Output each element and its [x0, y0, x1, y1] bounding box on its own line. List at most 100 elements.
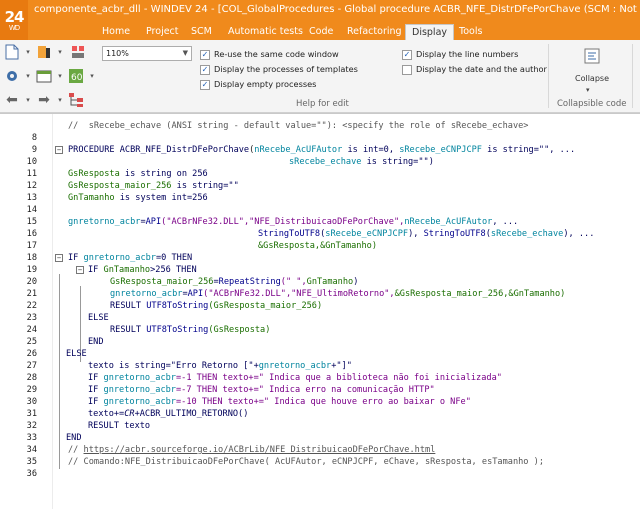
- comment-link[interactable]: https://acbr.sourceforge.io/ACBrLib/NFE_…: [84, 445, 436, 455]
- chevron-down-icon[interactable]: ▾: [586, 86, 590, 94]
- collapse-button[interactable]: Collapse: [572, 74, 612, 83]
- code-line-15[interactable]: 15: [0, 204, 640, 227]
- collapse-icon[interactable]: [584, 48, 600, 64]
- code-line-24[interactable]: 24 ELSE: [0, 312, 640, 335]
- new-document-icon[interactable]: [4, 44, 20, 60]
- tree-structure-icon[interactable]: [68, 92, 84, 108]
- keyword: IF: [88, 397, 104, 407]
- code-line-14[interactable]: 14 GnTamanho is system int=256: [0, 192, 640, 215]
- variable: gnretorno_acbr: [83, 253, 156, 263]
- option-reuse-code-window[interactable]: ✓ Re-use the same code window: [200, 48, 339, 61]
- tab-code[interactable]: Code: [303, 24, 339, 40]
- code-line-32[interactable]: 32 texto+=CR+ACBR_ULTIMO_RETORNO(): [0, 408, 640, 431]
- code-line-10[interactable]: 10 − PROCEDURE ACBR_NFE_DistrDFePorChave…: [0, 144, 640, 167]
- comment: // sRecebe_echave (ANSI string - default…: [68, 121, 529, 131]
- code-line-16[interactable]: 16 gnretorno_acbr=API("ACBrNFe32.DLL","N…: [0, 216, 640, 239]
- string: (" ",: [280, 277, 307, 287]
- dropdown-arrow-icon[interactable]: ▾: [84, 68, 100, 84]
- fold-minus-icon[interactable]: −: [55, 254, 63, 262]
- checkbox-checked-icon[interactable]: ✓: [200, 50, 210, 60]
- code-line-33[interactable]: 33 RESULT texto: [0, 420, 640, 443]
- tab-automatic-tests[interactable]: Automatic tests: [222, 24, 309, 40]
- dropdown-arrow-icon[interactable]: ▾: [52, 68, 68, 84]
- tab-tools[interactable]: Tools: [453, 24, 488, 40]
- ribbon-separator: [548, 44, 549, 108]
- layout-icon[interactable]: [70, 44, 86, 60]
- code-line-34[interactable]: 34 END: [0, 432, 640, 455]
- option-display-date-author[interactable]: Display the date and the author: [402, 63, 547, 76]
- option-display-template-processes[interactable]: ✓ Display the processes of templates: [200, 63, 358, 76]
- tab-home[interactable]: Home: [96, 24, 136, 40]
- tab-refactoring[interactable]: Refactoring: [341, 24, 408, 40]
- code-text: is string="": [171, 181, 239, 191]
- tab-scm[interactable]: SCM: [185, 24, 218, 40]
- variable: gnretorno_acbr: [103, 385, 176, 395]
- code-line-17[interactable]: 17 StringToUTF8(sRecebe_eCNPJCPF), Strin…: [0, 228, 640, 251]
- code-line-20[interactable]: 20 − IF GnTamanho>256 THEN: [0, 264, 640, 287]
- keyword: RESULT: [110, 325, 147, 335]
- variable: GsResposta_maior_256: [68, 181, 172, 191]
- group-label-help-for-edit: Help for edit: [296, 99, 349, 109]
- dropdown-arrow-icon[interactable]: ▾: [20, 92, 36, 108]
- dropdown-arrow-icon[interactable]: ▾: [52, 92, 68, 108]
- code-line-31[interactable]: 31 IF gnretorno_acbr=-10 THEN texto+=" I…: [0, 396, 640, 419]
- zoom-combo[interactable]: 110% ▼: [102, 46, 192, 61]
- code-line-27[interactable]: 27 ELSE: [0, 348, 640, 371]
- code-line-8[interactable]: 8 // sRecebe_echave (ANSI string - defau…: [0, 120, 640, 143]
- tab-project[interactable]: Project: [140, 24, 185, 40]
- code-text: is string=""): [361, 157, 434, 167]
- back-arrow-icon[interactable]: ⬅: [4, 92, 20, 108]
- code-line-25[interactable]: 25 RESULT UTF8ToString(GsResposta): [0, 324, 640, 347]
- code-line-12[interactable]: 12 GsResposta is string on 256: [0, 168, 640, 191]
- code-line-36[interactable]: 36 // Comando:NFE_DistribuicaoDFePorChav…: [0, 456, 640, 479]
- procedure-name: ACBR_NFE_DistrDFePorChave: [119, 145, 250, 155]
- checkbox-checked-icon[interactable]: ✓: [200, 80, 210, 90]
- open-folder-icon[interactable]: [36, 44, 52, 60]
- parameter: nRecebe_AcUFAutor: [404, 217, 493, 227]
- ribbon: ▾ ▾ ▾ ▾ 60 ▾ ⬅ ▾ ➡ ▾ 110% ▼ ✓ Re-use the…: [0, 40, 640, 113]
- fold-minus-icon[interactable]: −: [55, 146, 63, 154]
- forward-arrow-icon[interactable]: ➡: [36, 92, 52, 108]
- variable: texto: [88, 361, 114, 371]
- code-line-21[interactable]: 21 GsResposta_maior_256=RepeatString(" "…: [0, 276, 640, 299]
- code-text: is string="", ...: [481, 145, 576, 155]
- code-line-22[interactable]: 22 gnretorno_acbr=API("ACBrNFe32.DLL","N…: [0, 288, 640, 311]
- variable: gnretorno_acbr: [103, 373, 176, 383]
- green-grid-icon[interactable]: 60: [68, 68, 84, 84]
- parameter: sRecebe_eCNPJCPF: [399, 145, 482, 155]
- keyword: ELSE: [66, 349, 87, 359]
- fold-minus-icon[interactable]: −: [76, 266, 84, 274]
- code-line-29[interactable]: 29 IF gnretorno_acbr=-1 THEN texto+=" In…: [0, 372, 640, 395]
- code-line-13[interactable]: 13 GsResposta_maior_256 is string="": [0, 180, 640, 203]
- group-label-collapsible-code: Collapsible code: [557, 99, 627, 109]
- code-line-18[interactable]: 18 &GsResposta,&GnTamanho): [0, 240, 640, 263]
- code-text: +"]": [331, 361, 352, 371]
- code-line-35[interactable]: 35 // https://acbr.sourceforge.io/ACBrLi…: [0, 444, 640, 467]
- keyword: END: [88, 337, 104, 347]
- option-label: Display the date and the author: [416, 64, 547, 74]
- code-line-23[interactable]: 23 RESULT UTF8ToString(GsResposta_maior_…: [0, 300, 640, 323]
- code-line-26[interactable]: 26 END: [0, 336, 640, 359]
- dropdown-arrow-icon[interactable]: ▾: [52, 44, 68, 60]
- keyword: END: [66, 433, 82, 443]
- windev-logo[interactable]: 24 WD: [0, 0, 28, 42]
- code-line-28[interactable]: 28 texto is string="Erro Retorno ["+gnre…: [0, 360, 640, 383]
- function: UTF8ToString: [146, 325, 209, 335]
- tab-display[interactable]: Display: [405, 24, 455, 40]
- code-text: texto+=: [88, 409, 125, 419]
- option-display-line-numbers[interactable]: ✓ Display the line numbers: [402, 48, 518, 61]
- code-line-11[interactable]: 11 sRecebe_echave is string=""): [0, 156, 640, 179]
- code-editor[interactable]: 8 // sRecebe_echave (ANSI string - defau…: [0, 113, 640, 509]
- dropdown-arrow-icon[interactable]: ▾: [20, 68, 36, 84]
- option-display-empty-processes[interactable]: ✓ Display empty processes: [200, 78, 316, 91]
- dropdown-arrow-icon[interactable]: ▾: [20, 44, 36, 60]
- code-line-9[interactable]: 9: [0, 132, 640, 155]
- window-icon[interactable]: [36, 68, 52, 84]
- code-line-19[interactable]: 19 − IF gnretorno_acbr=0 THEN: [0, 252, 640, 275]
- gear-icon[interactable]: [4, 68, 20, 84]
- code-line-30[interactable]: 30 IF gnretorno_acbr=-7 THEN texto+=" In…: [0, 384, 640, 407]
- checkbox-checked-icon[interactable]: ✓: [402, 50, 412, 60]
- checkbox-checked-icon[interactable]: ✓: [200, 65, 210, 75]
- checkbox-unchecked-icon[interactable]: [402, 65, 412, 75]
- option-label: Display the line numbers: [416, 49, 519, 59]
